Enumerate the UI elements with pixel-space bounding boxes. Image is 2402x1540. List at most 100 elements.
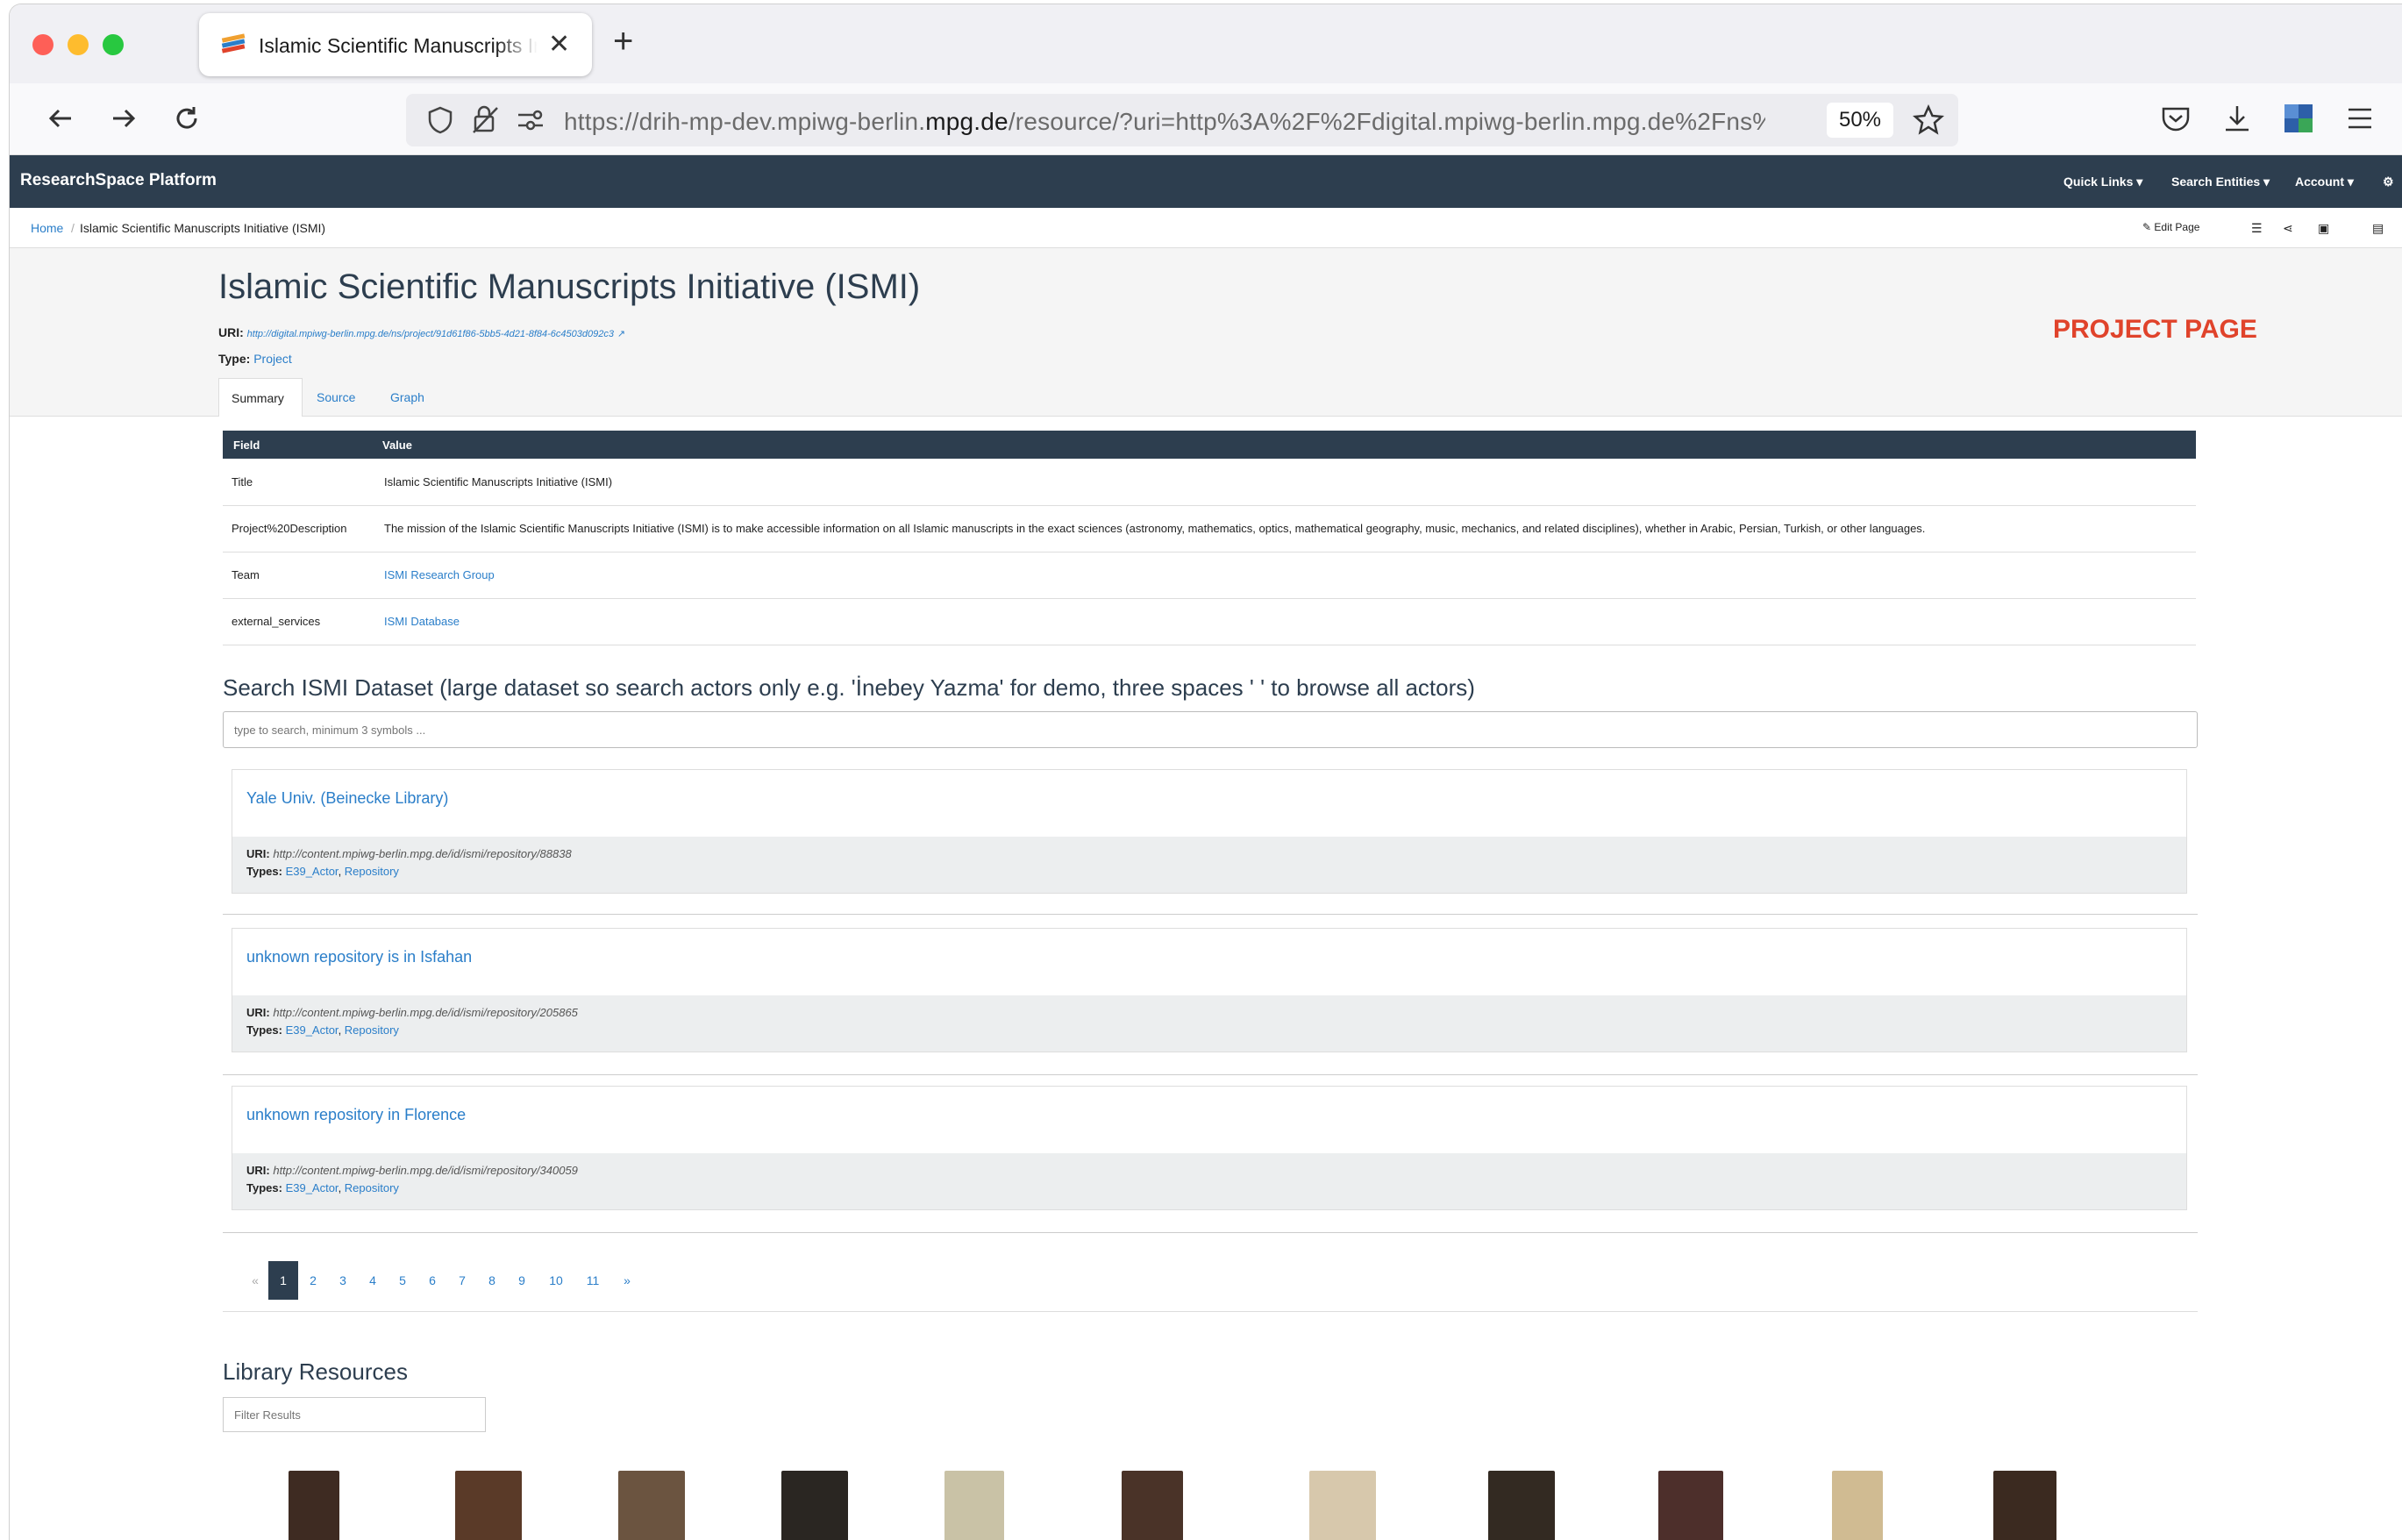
type-link[interactable]: E39_Actor bbox=[286, 1023, 339, 1037]
breadcrumb-current: Islamic Scientific Manuscripts Initiativ… bbox=[80, 221, 326, 235]
pagination-page[interactable]: 8 bbox=[477, 1261, 507, 1300]
result-title-link[interactable]: unknown repository in Florence bbox=[246, 1106, 466, 1124]
app-header: ResearchSpace Platform Quick Links ▾ Sea… bbox=[10, 155, 2402, 208]
permissions-icon[interactable] bbox=[517, 108, 545, 132]
result-meta: URI: http://content.mpiwg-berlin.mpg.de/… bbox=[232, 995, 2186, 1052]
result-card: unknown repository is in Isfahan URI: ht… bbox=[232, 928, 2187, 1052]
book-thumbnail[interactable] bbox=[1488, 1471, 1555, 1540]
address-bar[interactable]: https://drih-mp-dev.mpiwg-berlin.mpg.de/… bbox=[406, 94, 1958, 146]
resource-uri-link[interactable]: http://digital.mpiwg-berlin.mpg.de/ns/pr… bbox=[247, 329, 614, 339]
external-link-icon[interactable]: ↗ bbox=[617, 329, 625, 339]
zoom-window-button[interactable] bbox=[103, 34, 124, 55]
book-thumbnail[interactable] bbox=[289, 1471, 339, 1540]
resource-type-link[interactable]: Project bbox=[253, 352, 292, 366]
database-link[interactable]: ISMI Database bbox=[372, 598, 2196, 645]
type-link[interactable]: Repository bbox=[345, 1181, 399, 1194]
result-card: Yale Univ. (Beinecke Library) URI: http:… bbox=[232, 769, 2187, 894]
pagination-page[interactable]: 3 bbox=[328, 1261, 358, 1300]
type-link[interactable]: E39_Actor bbox=[286, 865, 339, 878]
clipboard-icon[interactable]: ▤ bbox=[2372, 221, 2384, 236]
book-thumbnail[interactable] bbox=[1309, 1471, 1376, 1540]
row-value: Islamic Scientific Manuscripts Initiativ… bbox=[372, 459, 2196, 506]
book-thumbnail[interactable] bbox=[1993, 1471, 2056, 1540]
pagination-page[interactable]: 4 bbox=[358, 1261, 388, 1300]
pagination-page[interactable]: 6 bbox=[417, 1261, 447, 1300]
pagination-page[interactable]: 7 bbox=[447, 1261, 477, 1300]
pocket-icon[interactable] bbox=[2155, 97, 2197, 139]
lock-icon[interactable] bbox=[471, 104, 499, 134]
resource-type: Type: Project bbox=[218, 352, 292, 366]
resource-uri: URI: http://digital.mpiwg-berlin.mpg.de/… bbox=[218, 325, 626, 339]
breadcrumb-separator: / bbox=[71, 221, 75, 235]
book-thumbnail[interactable] bbox=[1832, 1471, 1883, 1540]
filter-results-input[interactable] bbox=[223, 1397, 486, 1432]
new-tab-button[interactable]: + bbox=[613, 22, 633, 61]
edit-page-button[interactable]: ✎ Edit Page bbox=[2142, 221, 2199, 233]
pagination-page[interactable]: 5 bbox=[388, 1261, 417, 1300]
pagination-next[interactable]: » bbox=[612, 1261, 642, 1300]
search-entities-menu[interactable]: Search Entities ▾ bbox=[2171, 175, 2270, 189]
breadcrumb-home[interactable]: Home bbox=[31, 221, 63, 235]
pagination-page[interactable]: 11 bbox=[575, 1261, 610, 1300]
type-link[interactable]: E39_Actor bbox=[286, 1181, 339, 1194]
project-page-badge: PROJECT PAGE bbox=[2053, 315, 2257, 344]
row-field: Title bbox=[223, 459, 372, 506]
close-tab-icon[interactable]: ✕ bbox=[548, 29, 570, 60]
quick-links-menu[interactable]: Quick Links ▾ bbox=[2063, 175, 2142, 189]
row-value: The mission of the Islamic Scientific Ma… bbox=[372, 505, 2196, 553]
pagination-page[interactable]: 10 bbox=[538, 1261, 574, 1300]
browser-window: Islamic Scientific Manuscripts Initiativ… bbox=[9, 4, 2402, 1540]
bookmark-star-icon[interactable] bbox=[1913, 104, 1944, 136]
book-thumbnail[interactable] bbox=[1658, 1471, 1723, 1540]
page-title: Islamic Scientific Manuscripts Initiativ… bbox=[218, 267, 921, 306]
result-title-link[interactable]: unknown repository is in Isfahan bbox=[246, 948, 472, 966]
shield-icon[interactable] bbox=[427, 106, 453, 134]
row-field: external_services bbox=[223, 598, 372, 645]
book-thumbnail[interactable] bbox=[618, 1471, 685, 1540]
close-window-button[interactable] bbox=[32, 34, 53, 55]
table-row: Team ISMI Research Group bbox=[223, 552, 2196, 599]
image-graph-icon[interactable]: ▣ bbox=[2318, 221, 2329, 236]
type-link[interactable]: Repository bbox=[345, 1023, 399, 1037]
row-field: Team bbox=[223, 552, 372, 599]
table-header-value: Value bbox=[372, 431, 2196, 459]
browser-toolbar: https://drih-mp-dev.mpiwg-berlin.mpg.de/… bbox=[10, 83, 2402, 155]
search-input[interactable] bbox=[223, 711, 2198, 748]
url-text[interactable]: https://drih-mp-dev.mpiwg-berlin.mpg.de/… bbox=[564, 108, 1765, 136]
book-thumbnail[interactable] bbox=[781, 1471, 848, 1540]
table-header-field: Field bbox=[223, 431, 372, 459]
table-row: Title Islamic Scientific Manuscripts Ini… bbox=[223, 459, 2196, 506]
tab-source[interactable]: Source bbox=[304, 378, 367, 417]
settings-gear-icon[interactable]: ⚙ bbox=[2383, 175, 2394, 189]
type-link[interactable]: Repository bbox=[345, 865, 399, 878]
pagination-page[interactable]: 2 bbox=[298, 1261, 328, 1300]
pagination-page[interactable]: 1 bbox=[268, 1261, 298, 1300]
tab-graph-statistics[interactable]: Graph Statistics bbox=[378, 378, 452, 443]
extension-icon[interactable] bbox=[2277, 97, 2320, 139]
result-uri: http://content.mpiwg-berlin.mpg.de/id/is… bbox=[273, 847, 572, 860]
forward-icon[interactable] bbox=[103, 97, 145, 139]
back-icon[interactable] bbox=[39, 97, 82, 139]
result-container: unknown repository in Florence URI: http… bbox=[223, 1075, 2198, 1233]
minimize-window-button[interactable] bbox=[68, 34, 89, 55]
reload-icon[interactable] bbox=[166, 97, 208, 139]
brand-title[interactable]: ResearchSpace Platform bbox=[20, 171, 217, 190]
browser-tab[interactable]: Islamic Scientific Manuscripts Initiativ… bbox=[199, 13, 592, 76]
menu-hamburger-icon[interactable] bbox=[2339, 97, 2381, 139]
account-menu[interactable]: Account ▾ bbox=[2295, 175, 2354, 189]
result-title-link[interactable]: Yale Univ. (Beinecke Library) bbox=[246, 789, 448, 808]
book-thumbnail[interactable] bbox=[455, 1471, 522, 1540]
table-row: Project%20Description The mission of the… bbox=[223, 505, 2196, 553]
zoom-level-badge[interactable]: 50% bbox=[1827, 103, 1893, 138]
book-thumbnail[interactable] bbox=[1122, 1471, 1183, 1540]
team-link[interactable]: ISMI Research Group bbox=[372, 552, 2196, 599]
pagination-page[interactable]: 9 bbox=[507, 1261, 537, 1300]
book-thumbnail[interactable] bbox=[944, 1471, 1004, 1540]
search-heading: Search ISMI Dataset (large dataset so se… bbox=[223, 674, 1475, 701]
table-row: external_services ISMI Database bbox=[223, 598, 2196, 645]
pagination-prev[interactable]: « bbox=[240, 1261, 270, 1300]
downloads-icon[interactable] bbox=[2216, 97, 2258, 139]
tab-summary[interactable]: Summary bbox=[218, 378, 303, 417]
share-icon[interactable]: ⋖ bbox=[2283, 221, 2293, 236]
list-view-icon[interactable]: ☰ bbox=[2251, 221, 2263, 236]
